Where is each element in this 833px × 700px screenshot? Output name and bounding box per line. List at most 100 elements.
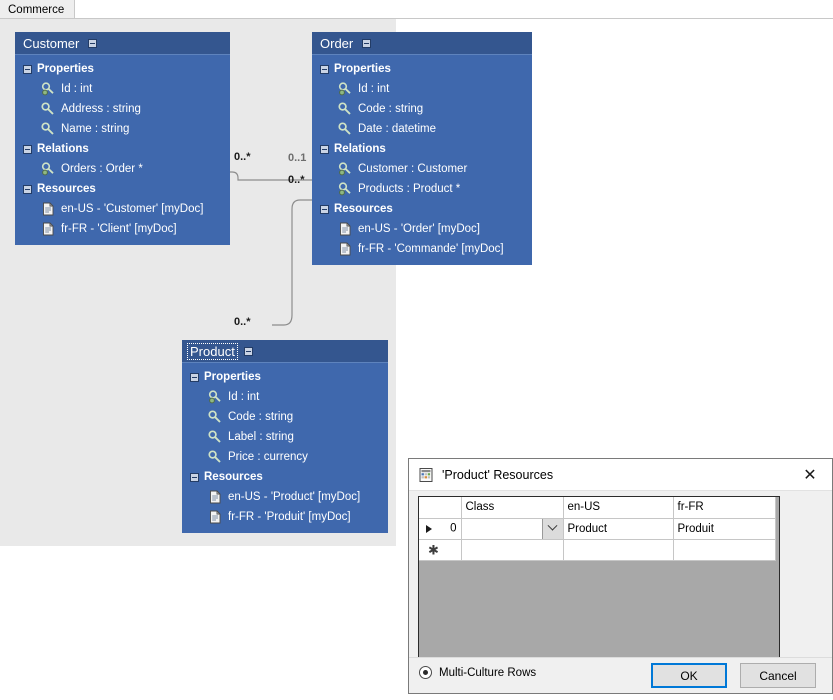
member-row[interactable]: Code : string: [182, 407, 388, 427]
relation-key-icon: [41, 162, 56, 176]
row-header[interactable]: 0: [419, 518, 461, 539]
multiplicity-product-orders: 0..*: [234, 316, 251, 328]
close-icon[interactable]: ✕: [788, 459, 832, 490]
collapse-icon[interactable]: [362, 39, 371, 48]
key-icon: [338, 102, 353, 116]
member-label: fr-FR - 'Client' [myDoc]: [61, 222, 177, 236]
entity-order-header[interactable]: Order: [312, 32, 532, 55]
collapse-icon[interactable]: [320, 65, 329, 74]
member-row[interactable]: Customer : Customer: [312, 159, 532, 179]
member-label: en-US - 'Product' [myDoc]: [228, 490, 360, 504]
multi-culture-rows-radio[interactable]: Multi-Culture Rows: [419, 666, 536, 679]
member-label: en-US - 'Customer' [myDoc]: [61, 202, 203, 216]
new-row-header[interactable]: ✱: [419, 539, 461, 560]
document-icon: [41, 202, 56, 216]
cell-class[interactable]: myDoc: [461, 518, 563, 539]
group-relations[interactable]: Relations: [15, 139, 230, 159]
entity-customer[interactable]: Customer Properties Id :: [15, 32, 230, 245]
group-resources[interactable]: Resources: [182, 467, 388, 487]
dialog-title: 'Product' Resources: [442, 468, 553, 482]
member-row[interactable]: Price : currency: [182, 447, 388, 467]
cell-en-us[interactable]: Product: [563, 518, 673, 539]
member-row[interactable]: fr-FR - 'Produit' [myDoc]: [182, 507, 388, 527]
collapse-icon[interactable]: [23, 65, 32, 74]
group-label: Resources: [37, 183, 96, 195]
group-relations[interactable]: Relations: [312, 139, 532, 159]
group-label: Resources: [204, 471, 263, 483]
resources-grid[interactable]: Class en-US fr-FR 0 myDoc: [418, 496, 780, 659]
column-header-fr-fr[interactable]: fr-FR: [673, 497, 775, 518]
ok-button[interactable]: OK: [651, 663, 727, 688]
member-row[interactable]: Label : string: [182, 427, 388, 447]
member-row[interactable]: Name : string: [15, 119, 230, 139]
column-header-selector[interactable]: [419, 497, 461, 518]
entity-customer-title: Customer: [21, 36, 81, 51]
cell-en-us[interactable]: [563, 539, 673, 560]
radio-icon[interactable]: [419, 666, 432, 679]
member-row[interactable]: Orders : Order *: [15, 159, 230, 179]
key-icon: [208, 430, 223, 444]
member-row[interactable]: en-US - 'Product' [myDoc]: [182, 487, 388, 507]
group-properties[interactable]: Properties: [15, 59, 230, 79]
member-label: Address : string: [61, 102, 141, 116]
resources-table: Class en-US fr-FR 0 myDoc: [419, 497, 776, 561]
multiplicity-order-products: 0..*: [288, 174, 305, 186]
entity-customer-body: Properties Id : int: [15, 55, 230, 245]
app-root: Commerce 0..* 0..1 0..* 0..* Customer Pr…: [0, 0, 833, 700]
table-row[interactable]: ✱: [419, 539, 775, 560]
dialog-title-bar[interactable]: 'Product' Resources ✕: [409, 459, 832, 491]
collapse-icon[interactable]: [320, 145, 329, 154]
entity-order-title: Order: [318, 36, 355, 51]
entity-product[interactable]: Product Properties Id : i: [182, 340, 388, 533]
member-row[interactable]: en-US - 'Order' [myDoc]: [312, 219, 532, 239]
collapse-icon[interactable]: [88, 39, 97, 48]
document-icon: [338, 242, 353, 256]
member-label: en-US - 'Order' [myDoc]: [358, 222, 480, 236]
member-row[interactable]: Date : datetime: [312, 119, 532, 139]
entity-product-header[interactable]: Product: [182, 340, 388, 363]
multi-culture-rows-label: Multi-Culture Rows: [439, 667, 536, 679]
member-row[interactable]: en-US - 'Customer' [myDoc]: [15, 199, 230, 219]
member-row[interactable]: Id : int: [15, 79, 230, 99]
entity-customer-header[interactable]: Customer: [15, 32, 230, 55]
collapse-icon[interactable]: [190, 373, 199, 382]
member-label: Products : Product *: [358, 182, 460, 196]
column-header-class[interactable]: Class: [461, 497, 563, 518]
member-row[interactable]: Address : string: [15, 99, 230, 119]
cancel-button[interactable]: Cancel: [740, 663, 816, 688]
collapse-icon[interactable]: [190, 473, 199, 482]
member-row[interactable]: Products : Product *: [312, 179, 532, 199]
document-icon: [208, 490, 223, 504]
member-row[interactable]: Code : string: [312, 99, 532, 119]
tab-commerce[interactable]: Commerce: [0, 0, 75, 19]
collapse-icon[interactable]: [23, 185, 32, 194]
row-number: 0: [450, 523, 456, 534]
table-row[interactable]: 0 myDoc Product Produit: [419, 518, 775, 539]
key-icon: [208, 410, 223, 424]
current-row-arrow-icon: [426, 525, 432, 533]
group-resources[interactable]: Resources: [312, 199, 532, 219]
member-row[interactable]: Id : int: [182, 387, 388, 407]
column-header-en-us[interactable]: en-US: [563, 497, 673, 518]
member-row[interactable]: Id : int: [312, 79, 532, 99]
document-icon: [41, 222, 56, 236]
cell-fr-fr[interactable]: [673, 539, 775, 560]
chevron-down-icon[interactable]: [542, 519, 563, 539]
group-properties[interactable]: Properties: [312, 59, 532, 79]
collapse-icon[interactable]: [244, 347, 253, 356]
member-label: Price : currency: [228, 450, 308, 464]
group-resources[interactable]: Resources: [15, 179, 230, 199]
relation-key-icon: [338, 182, 353, 196]
entity-product-title: Product: [188, 344, 237, 359]
member-label: Id : int: [61, 82, 92, 96]
entity-order[interactable]: Order Properties Id : int: [312, 32, 532, 265]
diagram-canvas[interactable]: 0..* 0..1 0..* 0..* Customer Properties: [0, 19, 396, 546]
collapse-icon[interactable]: [320, 205, 329, 214]
product-resources-dialog[interactable]: 'Product' Resources ✕ Class en-US fr-FR: [408, 458, 833, 694]
cell-class[interactable]: [461, 539, 563, 560]
collapse-icon[interactable]: [23, 145, 32, 154]
cell-fr-fr[interactable]: Produit: [673, 518, 775, 539]
member-row[interactable]: fr-FR - 'Commande' [myDoc]: [312, 239, 532, 259]
group-properties[interactable]: Properties: [182, 367, 388, 387]
member-row[interactable]: fr-FR - 'Client' [myDoc]: [15, 219, 230, 239]
